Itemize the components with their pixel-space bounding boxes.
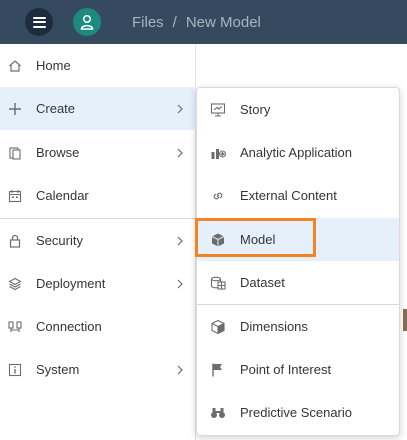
browse-icon (7, 145, 23, 161)
breadcrumb: Files / New Model (132, 0, 261, 44)
hamburger-icon (32, 16, 46, 28)
submenu-item-label: Point of Interest (240, 362, 332, 377)
nav-item-label: Browse (36, 145, 80, 160)
breadcrumb-separator: / (172, 13, 177, 31)
nav-item-security[interactable]: Security (0, 219, 196, 262)
nav-item-label: Security (36, 233, 83, 248)
dataset-icon (209, 275, 227, 291)
link-icon (209, 188, 227, 204)
nav-item-create[interactable]: Create (0, 87, 196, 130)
nav-item-label: Home (36, 58, 71, 73)
user-avatar[interactable] (73, 8, 101, 36)
submenu-item-story[interactable]: Story (197, 88, 399, 131)
nav-item-label: System (36, 362, 80, 377)
submenu-item-analytic-application[interactable]: Analytic Application (197, 131, 399, 174)
nav-item-label: Create (36, 101, 76, 116)
chevron-right-icon (177, 279, 183, 288)
create-submenu: Story Analytic Application External Cont… (195, 87, 400, 436)
deployment-icon (7, 276, 23, 292)
menu-button[interactable] (25, 8, 53, 36)
dimensions-icon (209, 319, 227, 335)
nav-item-label: Deployment (36, 276, 106, 291)
analytic-app-icon (209, 145, 227, 161)
submenu-item-external-content[interactable]: External Content (197, 174, 399, 217)
submenu-item-label: Model (240, 232, 276, 247)
submenu-item-label: Dimensions (240, 319, 308, 334)
nav-item-label: Connection (36, 319, 102, 334)
home-icon (7, 58, 23, 74)
plus-icon (7, 101, 23, 117)
submenu-item-point-of-interest[interactable]: Point of Interest (197, 348, 399, 391)
breadcrumb-files[interactable]: Files (132, 14, 164, 31)
nav-item-home[interactable]: Home (0, 44, 196, 87)
background-element (403, 309, 407, 331)
shell-bar: Files / New Model (0, 0, 407, 44)
cube-icon (209, 232, 227, 248)
submenu-item-label: External Content (240, 188, 337, 203)
chevron-right-icon (177, 365, 183, 374)
chevron-right-icon (177, 236, 183, 245)
user-icon (80, 14, 94, 30)
submenu-item-predictive-scenario[interactable]: Predictive Scenario (197, 391, 399, 434)
submenu-item-label: Analytic Application (240, 145, 353, 160)
chevron-right-icon (177, 148, 183, 157)
lock-icon (7, 233, 23, 249)
connection-icon (7, 319, 23, 335)
nav-item-system[interactable]: System (0, 348, 196, 391)
side-navigation: Home Create Browse Calendar Security Dep… (0, 44, 196, 440)
info-icon (7, 362, 23, 378)
submenu-item-label: Predictive Scenario (240, 405, 352, 420)
breadcrumb-current: New Model (185, 13, 261, 31)
nav-item-calendar[interactable]: Calendar (0, 174, 196, 217)
flag-icon (209, 362, 227, 378)
calendar-icon (7, 188, 23, 204)
nav-item-browse[interactable]: Browse (0, 131, 196, 174)
submenu-item-dimensions[interactable]: Dimensions (197, 305, 399, 348)
submenu-item-label: Dataset (240, 275, 285, 290)
submenu-item-model[interactable]: Model (197, 218, 399, 261)
chevron-right-icon (177, 104, 183, 113)
submenu-item-dataset[interactable]: Dataset (197, 261, 399, 304)
nav-item-connection[interactable]: Connection (0, 305, 196, 348)
nav-item-deployment[interactable]: Deployment (0, 262, 196, 305)
nav-item-label: Calendar (36, 188, 89, 203)
submenu-item-label: Story (240, 102, 271, 117)
binoculars-icon (209, 405, 227, 421)
presentation-icon (209, 102, 227, 118)
